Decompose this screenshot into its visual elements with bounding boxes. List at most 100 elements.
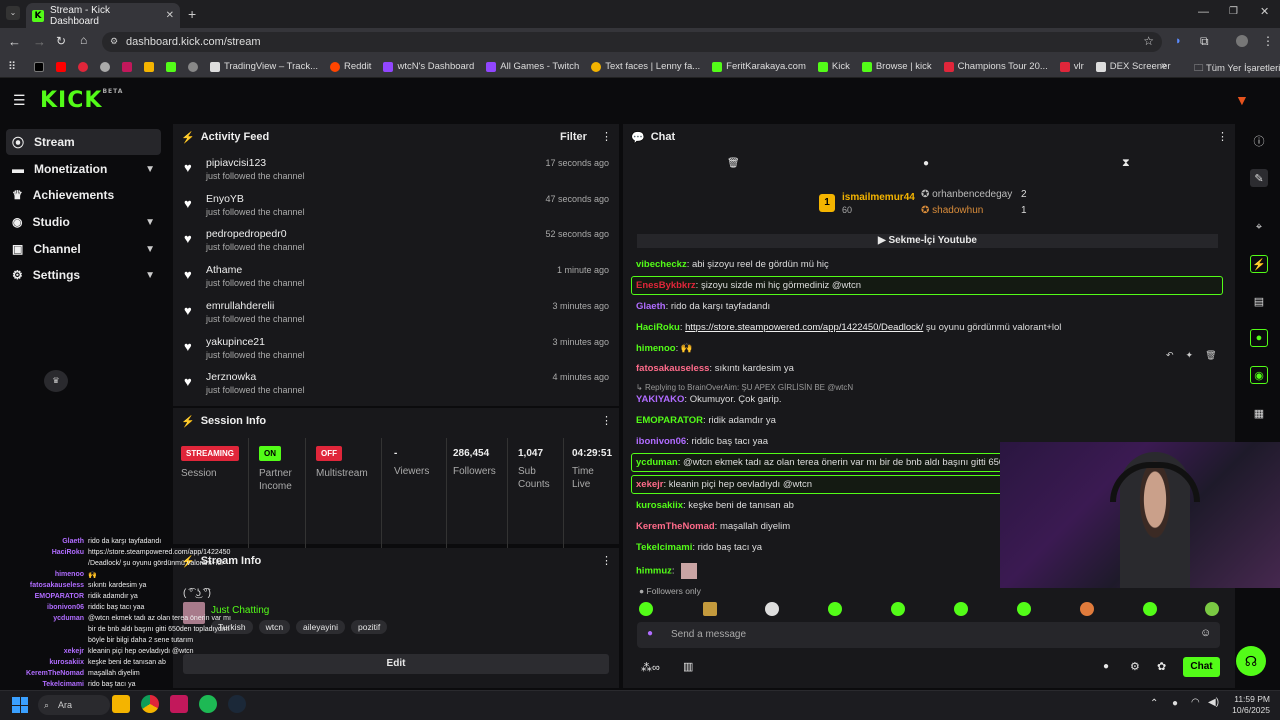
home-icon[interactable]: ⌂ xyxy=(80,33,87,47)
active-tab[interactable]: K Stream - Kick Dashboard ✕ xyxy=(26,3,180,28)
sidebar-item-stream[interactable]: ⦿ Stream xyxy=(6,129,161,155)
chat-toggle-icon[interactable]: ● xyxy=(1250,329,1268,347)
settings-icon[interactable]: ⚙ xyxy=(1130,660,1140,673)
bookmark-feritkarakaya[interactable]: FeritKarakaya.com xyxy=(712,61,806,72)
chrome-icon[interactable] xyxy=(141,695,159,713)
bookmark-tradingview[interactable]: TradingView – Track... xyxy=(210,61,318,72)
chat-username[interactable]: kurosakiix xyxy=(636,500,683,511)
bookmark-youtube-icon[interactable] xyxy=(56,61,66,72)
chat-username[interactable]: Glaeth xyxy=(636,301,666,312)
tag-chip[interactable]: pozitif xyxy=(351,620,388,634)
all-bookmarks-folder[interactable]: 🗀 Tüm Yer İşaretleri xyxy=(1194,61,1280,77)
pinned-message[interactable]: ▶ Sekme-İçi Youtube xyxy=(637,234,1218,248)
back-icon[interactable]: ← xyxy=(8,34,21,49)
apps-grid-icon[interactable]: ⠿ xyxy=(8,60,16,73)
tab-menu-icon[interactable]: ⌄ xyxy=(6,6,20,20)
gift-icon[interactable]: ✿ xyxy=(1157,660,1166,673)
extensions-puzzle-icon[interactable]: ⧉ xyxy=(1200,34,1209,49)
tag-chip[interactable]: aileyayini xyxy=(296,620,346,634)
activity-username[interactable]: EnyoYB xyxy=(206,193,244,205)
maximize-icon[interactable]: ❐ xyxy=(1229,6,1238,17)
windows-start-icon[interactable] xyxy=(12,697,28,713)
clock[interactable]: 11:59 PM 10/6/2025 xyxy=(1226,694,1270,716)
chat-username[interactable]: himenoo xyxy=(636,343,676,354)
address-bar[interactable]: ⚙ dashboard.kick.com/stream ☆ xyxy=(102,32,1162,52)
filter-button[interactable]: Filter xyxy=(560,131,587,143)
activity-menu-icon[interactable]: ⋮ xyxy=(601,130,612,143)
activity-username[interactable]: Athame xyxy=(206,264,242,276)
activity-username[interactable]: Jerznowka xyxy=(206,371,256,383)
chat-username[interactable]: HaciRoku xyxy=(636,322,680,333)
emote-icon[interactable] xyxy=(1205,602,1219,616)
bookmark-browse-kick[interactable]: Browse | kick xyxy=(861,61,932,72)
sidebar-item-channel[interactable]: ▣ Channel ▼ xyxy=(6,236,161,262)
window-close-icon[interactable]: ✕ xyxy=(1260,5,1269,18)
forward-icon[interactable]: → xyxy=(33,34,46,49)
bookmark-star-icon[interactable]: ☆ xyxy=(1143,34,1154,48)
emote-icon[interactable] xyxy=(1143,602,1157,616)
chat-username[interactable]: EMOPARATOR xyxy=(636,415,703,426)
bookmark-wtcn-dashboard[interactable]: wtcN's Dashboard xyxy=(383,61,474,72)
capture-icon[interactable]: ⌖ xyxy=(1250,218,1268,236)
hamburger-menu-icon[interactable]: ☰ xyxy=(13,92,26,109)
send-chat-button[interactable]: Chat xyxy=(1183,657,1220,677)
chat-username[interactable]: xekejr xyxy=(636,479,663,490)
activity-username[interactable]: emrullahderelii xyxy=(206,300,274,312)
kick-logo[interactable]: KICKBETA xyxy=(40,88,123,113)
chat-menu-icon[interactable]: ⋮ xyxy=(1217,130,1228,143)
activity-username[interactable]: pipiavcisi123 xyxy=(206,157,266,169)
app-icon[interactable] xyxy=(170,695,188,713)
emoji-icon[interactable]: ☺ xyxy=(1200,627,1211,639)
emote-icon[interactable] xyxy=(828,602,842,616)
bookmark-icon-7[interactable] xyxy=(166,61,176,72)
chat-username[interactable]: EnesBykbkrz xyxy=(636,280,696,291)
reload-icon[interactable]: ↻ xyxy=(56,34,66,48)
quick-action-icon[interactable]: ⚡ xyxy=(1250,255,1268,273)
steam-icon[interactable] xyxy=(228,695,246,713)
delete-icon[interactable]: 🗑 xyxy=(1205,350,1216,361)
taskbar-search[interactable]: ⌕ Ara xyxy=(38,695,110,715)
sidebar-item-monetization[interactable]: ▬ Monetization ▼ xyxy=(6,156,161,182)
help-headset-icon[interactable]: ☊ xyxy=(1236,646,1266,676)
bookmark-icon-8[interactable] xyxy=(188,61,198,72)
session-menu-icon[interactable]: ⋮ xyxy=(601,414,612,427)
bookmark-icon-3[interactable] xyxy=(78,61,88,72)
bookmark-all-games[interactable]: All Games - Twitch xyxy=(486,61,579,72)
chat-username[interactable]: ibonivon06 xyxy=(636,436,686,447)
activity-username[interactable]: yakupince21 xyxy=(206,336,265,348)
sidebar-item-studio[interactable]: ◉ Studio ▼ xyxy=(6,209,161,235)
volume-icon[interactable]: ◀) xyxy=(1208,697,1219,708)
bookmark-champions-tour[interactable]: Champions Tour 20... xyxy=(943,61,1048,72)
user-avatar-icon[interactable]: ▼ xyxy=(1235,93,1251,107)
pin-icon[interactable]: ✦ xyxy=(1186,350,1194,361)
tag-chip[interactable]: wtcn xyxy=(258,620,291,634)
mic-tray-icon[interactable]: ● xyxy=(1172,698,1178,709)
stream-info-menu-icon[interactable]: ⋮ xyxy=(601,554,612,567)
bookmark-kick[interactable]: Kick xyxy=(817,61,850,72)
minimize-icon[interactable]: — xyxy=(1198,6,1209,18)
emote-icon[interactable] xyxy=(1017,602,1031,616)
chat-username[interactable]: YAKIYAKO xyxy=(636,394,684,405)
bookmark-icon-4[interactable] xyxy=(100,61,110,72)
chat-username[interactable]: vibecheckz xyxy=(636,259,687,270)
bookmark-text-faces[interactable]: Text faces | Lenny fa... xyxy=(591,61,700,72)
info-icon[interactable]: ⓘ xyxy=(1250,132,1268,150)
chat-username[interactable]: Tekelcimami xyxy=(636,542,692,553)
new-tab-icon[interactable]: + xyxy=(188,6,196,22)
bookmark-icon-6[interactable] xyxy=(144,61,154,72)
profile-avatar-icon[interactable] xyxy=(1236,35,1248,47)
mic-icon[interactable]: ● xyxy=(647,628,653,639)
site-info-icon[interactable]: ⚙ xyxy=(110,36,118,47)
chat-username[interactable]: KeremTheNomad xyxy=(636,521,715,532)
store-icon[interactable]: ▥ xyxy=(683,660,693,673)
browser-menu-icon[interactable]: ⋮ xyxy=(1262,34,1274,48)
extension-icon[interactable]: ◗ xyxy=(1175,35,1182,47)
chat-bubble-icon[interactable]: ● xyxy=(1103,661,1109,672)
bookmark-icon-5[interactable] xyxy=(122,61,132,72)
reply-icon[interactable]: ↶ xyxy=(1166,350,1174,361)
activity-username[interactable]: pedropedropedr0 xyxy=(206,228,287,240)
chat-username[interactable]: himmuz xyxy=(636,566,672,577)
edit-button[interactable]: Edit xyxy=(183,654,609,674)
wifi-icon[interactable]: ◠ xyxy=(1191,697,1200,708)
emote-icon[interactable] xyxy=(703,602,717,616)
